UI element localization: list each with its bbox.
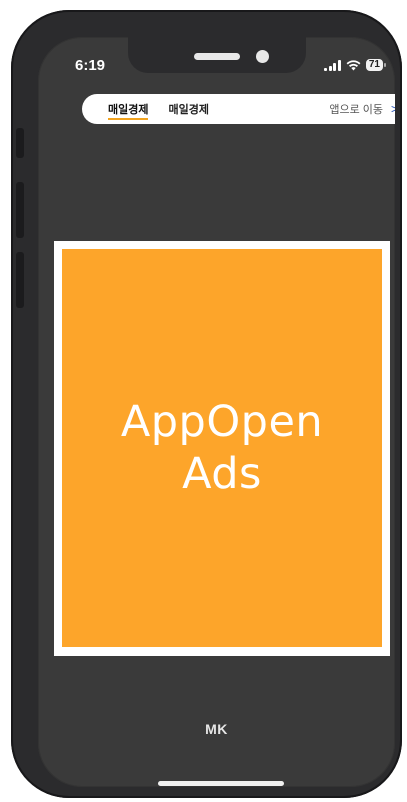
screen: 6:19 71 매일경제 매일경제 앱으로 이동 > AppOpen Ads M… [38, 37, 395, 787]
chevron-right-icon: > [390, 102, 395, 116]
brand-name: 매일경제 [168, 104, 209, 116]
volume-up-button [16, 182, 24, 238]
battery-icon: 71 [365, 59, 387, 71]
app-banner-bar[interactable]: 매일경제 매일경제 앱으로 이동 > [82, 94, 395, 124]
status-icons: 71 [324, 58, 387, 72]
ad-text: AppOpen Ads [121, 396, 323, 500]
app-open-ad[interactable]: AppOpen Ads [62, 249, 382, 647]
brand-logo-tab[interactable]: 매일경제 [108, 101, 149, 120]
phone-frame: 6:19 71 매일경제 매일경제 앱으로 이동 > AppOpen Ads M… [11, 10, 402, 798]
ad-text-line2: Ads [182, 449, 262, 499]
mk-logo: MK [205, 721, 228, 737]
speaker [194, 53, 240, 60]
notch [128, 37, 306, 73]
status-time: 6:19 [75, 57, 106, 74]
home-indicator[interactable] [158, 781, 284, 786]
ad-frame: AppOpen Ads [54, 241, 390, 656]
wifi-icon [346, 59, 361, 70]
go-to-app-label: 앱으로 이동 [329, 104, 383, 116]
mute-switch [16, 128, 24, 158]
ad-text-line1: AppOpen [120, 397, 324, 447]
camera [256, 50, 269, 63]
go-to-app-link[interactable]: 앱으로 이동 > [329, 101, 395, 117]
signal-icon [324, 59, 341, 71]
volume-down-button [16, 252, 24, 308]
